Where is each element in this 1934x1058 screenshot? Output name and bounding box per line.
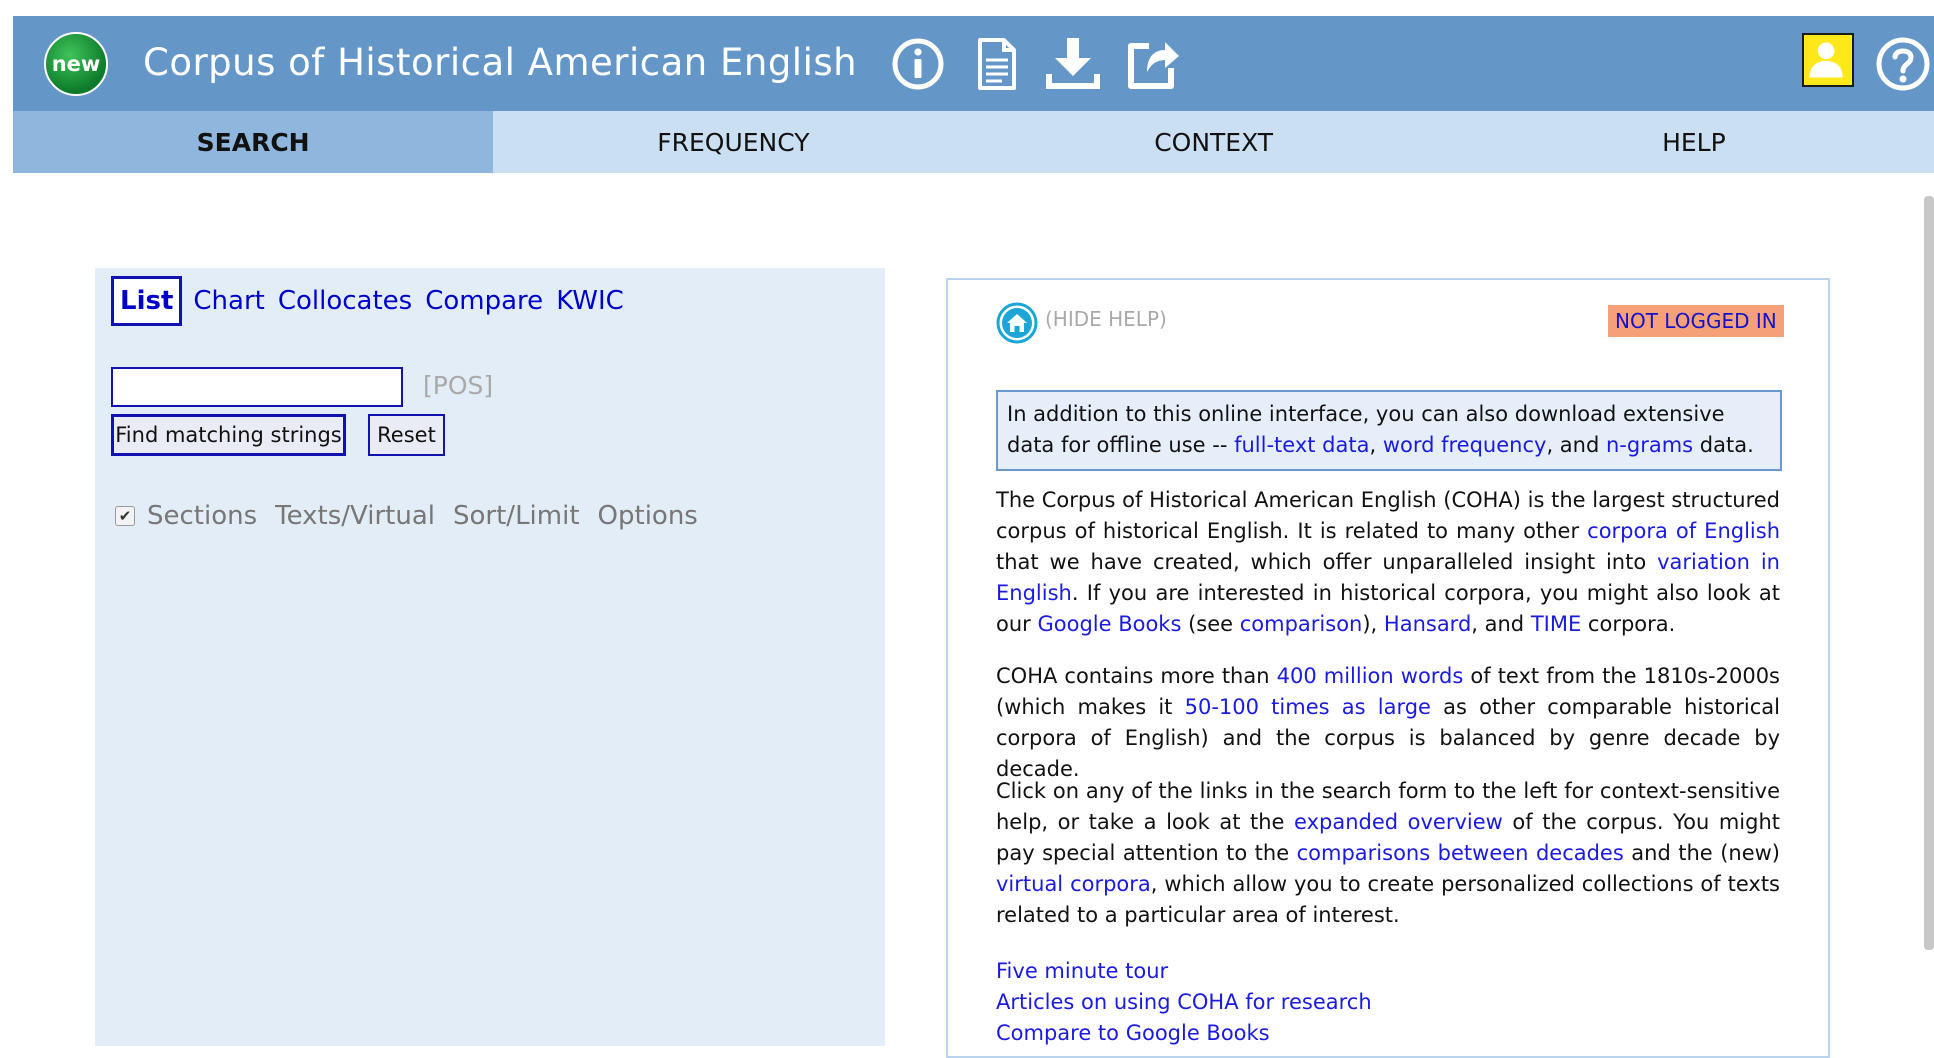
tab-frequency[interactable]: FREQUENCY — [493, 111, 973, 173]
hansard-link[interactable]: Hansard — [1384, 612, 1471, 636]
help-icon[interactable] — [1873, 34, 1933, 94]
new-badge[interactable]: new — [44, 32, 108, 96]
option-sections[interactable]: Sections — [147, 501, 257, 531]
50-100-times-link[interactable]: 50-100 times as large — [1185, 695, 1431, 719]
compare-google-books-link[interactable]: Compare to Google Books — [996, 1018, 1372, 1049]
tab-help[interactable]: HELP — [1454, 111, 1934, 173]
external-link-icon[interactable] — [1121, 34, 1181, 94]
time-link[interactable]: TIME — [1531, 612, 1581, 636]
paragraph-text: that we have created, which offer unpara… — [996, 550, 1658, 574]
full-text-data-link[interactable]: full-text data — [1234, 433, 1369, 457]
mode-collocates[interactable]: Collocates — [278, 277, 412, 325]
app-title: Corpus of Historical American English — [143, 41, 858, 84]
word-frequency-link[interactable]: word frequency — [1383, 433, 1547, 457]
intro-paragraph: The Corpus of Historical American Englis… — [996, 485, 1780, 640]
page-scrollbar[interactable] — [1924, 196, 1934, 950]
expanded-overview-link[interactable]: expanded overview — [1294, 810, 1503, 834]
document-icon[interactable] — [966, 34, 1026, 94]
help-links: Five minute tour Articles on using COHA … — [996, 956, 1372, 1049]
400-million-words-link[interactable]: 400 million words — [1277, 664, 1464, 688]
option-texts-virtual[interactable]: Texts/Virtual — [275, 501, 435, 531]
download-icon[interactable] — [1043, 34, 1103, 94]
hide-help-link[interactable]: (HIDE HELP) — [1045, 307, 1167, 331]
usage-paragraph: Click on any of the links in the search … — [996, 776, 1780, 931]
mode-chart[interactable]: Chart — [193, 277, 264, 325]
info-icon[interactable] — [888, 34, 948, 94]
paragraph-text: and the (new) — [1623, 841, 1780, 865]
user-icon — [1809, 42, 1843, 78]
paragraph-text: (see — [1181, 612, 1240, 636]
find-matching-strings-button[interactable]: Find matching strings — [111, 414, 346, 456]
search-input[interactable] — [111, 367, 403, 407]
corpora-of-english-link[interactable]: corpora of English — [1587, 519, 1780, 543]
main-tabs: SEARCH FREQUENCY CONTEXT HELP — [13, 111, 1934, 173]
pos-link[interactable]: [POS] — [423, 371, 493, 400]
notice-text: data. — [1693, 433, 1754, 457]
tab-search[interactable]: SEARCH — [13, 111, 494, 173]
mode-compare[interactable]: Compare — [425, 277, 543, 325]
options-checkbox[interactable]: ✔ — [115, 506, 135, 526]
home-icon[interactable] — [996, 302, 1038, 344]
option-options[interactable]: Options — [598, 501, 698, 531]
mode-list[interactable]: List — [111, 276, 183, 326]
paragraph-text: corpora. — [1581, 612, 1676, 636]
search-options: ✔ Sections Texts/Virtual Sort/Limit Opti… — [115, 501, 716, 531]
notice-text: , — [1369, 433, 1383, 457]
help-panel: (HIDE HELP) NOT LOGGED IN In addition to… — [946, 278, 1830, 1058]
n-grams-link[interactable]: n-grams — [1606, 433, 1693, 457]
comparison-link[interactable]: comparison — [1240, 612, 1363, 636]
virtual-corpora-link[interactable]: virtual corpora — [996, 872, 1151, 896]
comparisons-between-decades-link[interactable]: comparisons between decades — [1297, 841, 1624, 865]
user-button[interactable] — [1802, 33, 1854, 87]
tab-context[interactable]: CONTEXT — [974, 111, 1454, 173]
login-status-badge[interactable]: NOT LOGGED IN — [1608, 305, 1784, 337]
search-mode-tabs: List Chart Collocates Compare KWIC — [111, 276, 637, 326]
paragraph-text: , and — [1471, 612, 1531, 636]
size-paragraph: COHA contains more than 400 million word… — [996, 661, 1780, 785]
search-panel: List Chart Collocates Compare KWIC [POS]… — [95, 268, 885, 1046]
header-bar: new Corpus of Historical American Englis… — [13, 16, 1934, 111]
reset-button[interactable]: Reset — [368, 414, 445, 456]
mode-kwic[interactable]: KWIC — [556, 277, 624, 325]
paragraph-text: COHA contains more than — [996, 664, 1277, 688]
option-sort-limit[interactable]: Sort/Limit — [453, 501, 580, 531]
notice-text: , and — [1546, 433, 1606, 457]
articles-link[interactable]: Articles on using COHA for research — [996, 987, 1372, 1018]
paragraph-text: ), — [1362, 612, 1384, 636]
google-books-link[interactable]: Google Books — [1037, 612, 1181, 636]
download-notice: In addition to this online interface, yo… — [996, 390, 1782, 471]
five-minute-tour-link[interactable]: Five minute tour — [996, 956, 1372, 987]
